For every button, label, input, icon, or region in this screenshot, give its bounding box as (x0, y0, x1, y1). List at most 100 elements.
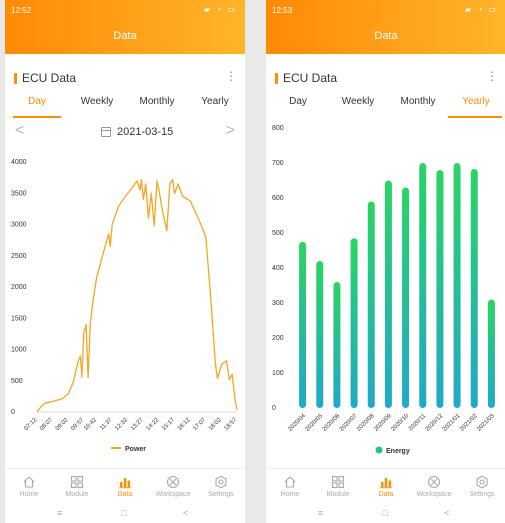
nav-item-module[interactable]: Module (53, 475, 101, 498)
menu-button[interactable]: ≡ (57, 508, 62, 518)
energy-bar-chart: 01002003004005006007008002020/042020/052… (272, 125, 496, 455)
page-title: Data (374, 30, 398, 42)
status-icons: ▰ ◔ ▭ (204, 5, 237, 14)
home-icon (23, 476, 35, 488)
x-tick-label: 08:07 (39, 417, 54, 432)
energy-bar (470, 168, 478, 408)
nav-item-label: Data (378, 491, 394, 498)
energy-bar (350, 238, 358, 408)
y-tick-label: 400 (272, 265, 284, 272)
energy-bar (453, 163, 461, 408)
card-title: ECU Data (283, 71, 338, 85)
y-tick-label: 200 (272, 335, 284, 342)
nav-item-label: Workspace (416, 491, 452, 498)
nav-item-data[interactable]: Data (101, 475, 149, 498)
nav-item-label: Data (117, 491, 133, 498)
energy-bar (333, 282, 341, 408)
y-tick-label: 500 (11, 378, 23, 385)
legend-swatch (375, 446, 383, 454)
x-tick-label: 15:17 (161, 417, 176, 432)
tab-weekly[interactable]: Weekly (67, 96, 127, 107)
x-tick-label: 18:57 (224, 417, 239, 432)
x-tick-label: 07:12 (24, 417, 39, 432)
nav-item-label: Settings (469, 491, 495, 498)
energy-bar (367, 201, 375, 408)
home-button[interactable]: □ (382, 508, 387, 518)
next-date-button[interactable]: > (226, 122, 235, 140)
tab-underline (13, 116, 61, 118)
y-tick-label: 300 (272, 300, 284, 307)
date-selector: < 2021-03-15 > (5, 122, 245, 146)
app-header: 12:52 ▰ ◔ ▭ Data (5, 0, 245, 54)
x-tick-label: 12:32 (114, 417, 129, 432)
more-icon[interactable]: ⋮ (486, 69, 498, 83)
tab-day[interactable]: Day (7, 96, 67, 107)
more-icon[interactable]: ⋮ (225, 69, 237, 83)
nav-item-label: Module (326, 491, 350, 498)
nav-item-label: Home (19, 491, 39, 498)
x-tick-label: 2021/03 (476, 413, 496, 433)
home-button[interactable]: □ (121, 508, 126, 518)
app-header: 12:53 ▰ ◔ ▭ Data (266, 0, 505, 54)
nav-item-workspace[interactable]: Workspace (149, 475, 197, 498)
card-title: ECU Data (22, 71, 77, 85)
energy-bar (299, 241, 307, 408)
x-tick-label: 17:07 (192, 417, 207, 432)
tab-day[interactable]: Day (268, 96, 328, 107)
energy-bar (419, 163, 427, 408)
bar-chart-icon (380, 478, 392, 489)
system-nav: ≡ □ < (266, 506, 505, 523)
calendar-icon[interactable] (101, 127, 111, 137)
y-tick-label: 500 (272, 230, 284, 237)
nav-item-settings[interactable]: Settings (197, 475, 245, 498)
nav-item-settings[interactable]: Settings (458, 475, 505, 498)
tab-monthly[interactable]: Monthly (388, 96, 448, 107)
grid-icon (331, 475, 345, 489)
y-tick-label: 4000 (11, 159, 27, 166)
x-tick-label: 2020/10 (390, 413, 410, 433)
y-tick-label: 2500 (11, 253, 27, 260)
nav-item-data[interactable]: Data (362, 475, 410, 498)
nav-item-home[interactable]: Home (5, 475, 53, 498)
energy-bar (384, 180, 392, 408)
back-button[interactable]: < (183, 508, 188, 518)
y-tick-label: 3500 (11, 190, 27, 197)
x-tick-label: 10:42 (83, 417, 98, 432)
y-tick-label: 800 (272, 125, 284, 132)
prev-date-button[interactable]: < (15, 122, 24, 140)
x-tick-label: 11:37 (99, 417, 114, 432)
y-tick-label: 700 (272, 160, 284, 167)
menu-button[interactable]: ≡ (318, 508, 323, 518)
y-tick-label: 0 (272, 405, 276, 412)
card-title-bar: ECU Data ⋮ (266, 62, 505, 90)
x-tick-label: 13:27 (130, 417, 145, 432)
y-tick-label: 3000 (11, 222, 27, 229)
x-tick-label: 09:02 (55, 417, 70, 432)
period-tabs: Day Weekly Monthly Yearly (266, 90, 505, 118)
screen-yearly: 12:53 ▰ ◔ ▭ Data ECU Data ⋮ Day Weekly M… (266, 0, 505, 523)
energy-bar (436, 170, 444, 408)
tab-yearly[interactable]: Yearly (185, 96, 245, 107)
workspace-icon (166, 475, 180, 489)
title-accent (275, 73, 278, 84)
tab-yearly[interactable]: Yearly (446, 96, 505, 107)
y-tick-label: 1000 (11, 347, 27, 354)
gear-icon (476, 475, 488, 489)
nav-item-module[interactable]: Module (314, 475, 362, 498)
nav-item-workspace[interactable]: Workspace (410, 475, 458, 498)
legend-label: Energy (386, 448, 410, 455)
y-tick-label: 2000 (11, 284, 27, 291)
title-accent (14, 73, 17, 84)
tab-monthly[interactable]: Monthly (127, 96, 187, 107)
date-value[interactable]: 2021-03-15 (117, 126, 173, 138)
energy-bar (487, 299, 495, 408)
back-button[interactable]: < (444, 508, 449, 518)
workspace-icon (427, 475, 441, 489)
nav-item-home[interactable]: Home (266, 475, 314, 498)
nav-item-label: Home (280, 491, 300, 498)
power-line-chart: 0 500 1000 1500 2000 2500 3000 3500 4000 07:12 08:… (11, 159, 239, 453)
legend-label: Power (125, 446, 146, 453)
status-time: 12:53 (272, 6, 293, 15)
x-tick-label: 14:22 (146, 417, 161, 432)
tab-weekly[interactable]: Weekly (328, 96, 388, 107)
